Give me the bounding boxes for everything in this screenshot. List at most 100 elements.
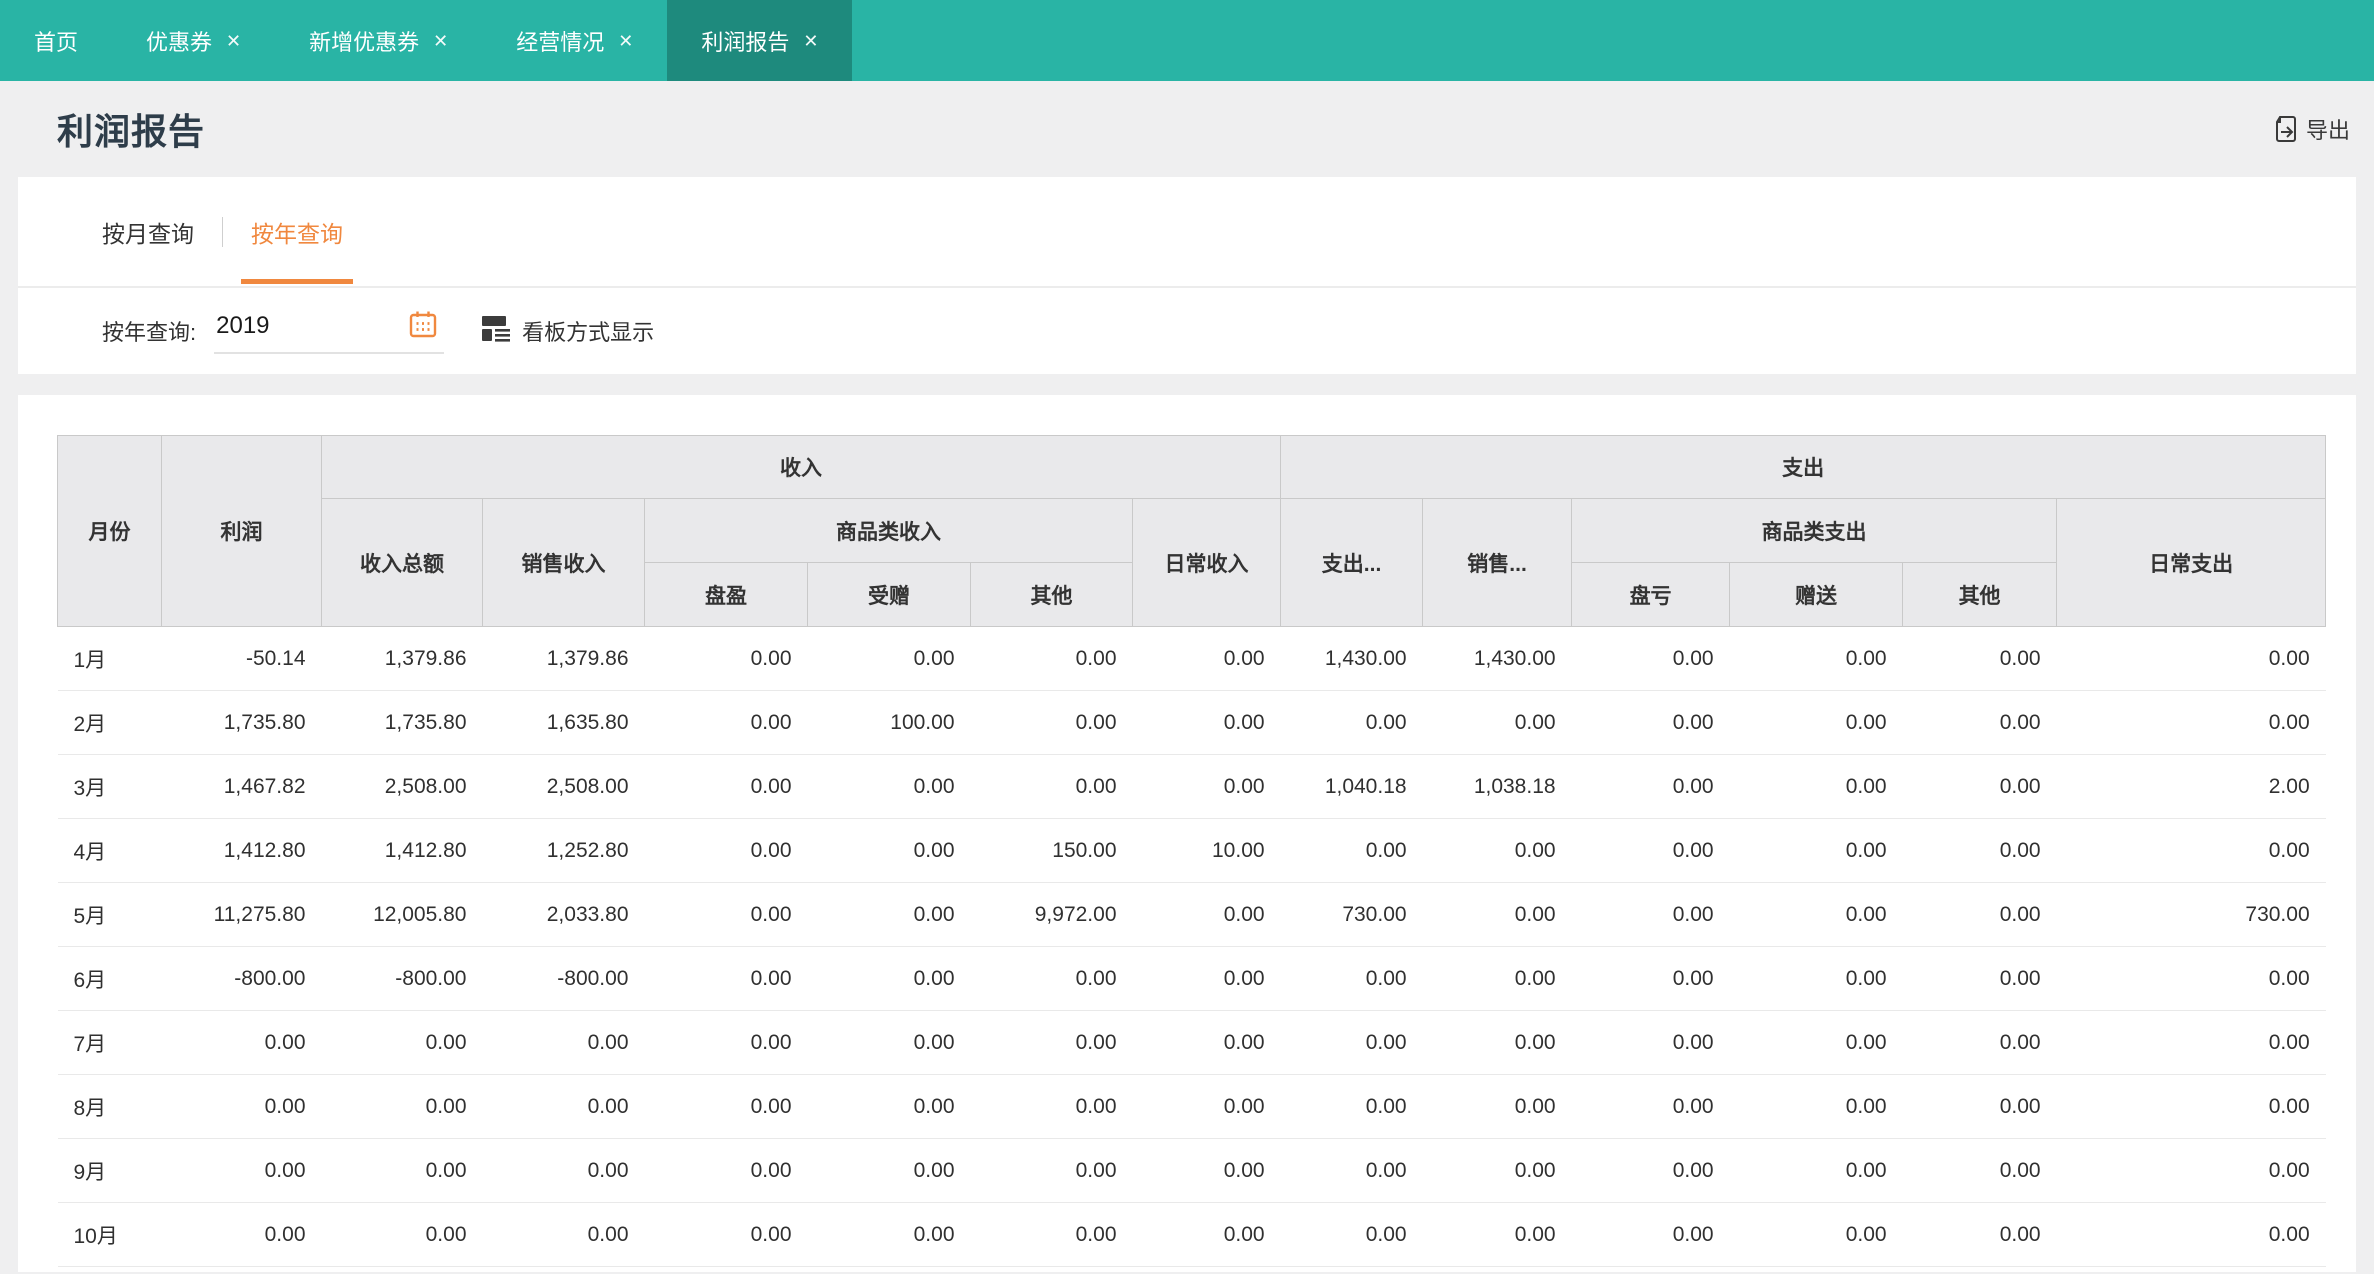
cell-value: 0.00 bbox=[1280, 1138, 1423, 1203]
cell-value: 0.00 bbox=[2056, 818, 2326, 883]
tab-profit-report[interactable]: 利润报告 ✕ bbox=[667, 0, 853, 81]
tab-query-by-month[interactable]: 按月查询 bbox=[98, 177, 198, 286]
table-header: 月份 利润 收入 支出 收入总额 销售收入 商品类收入 日常收入 支出... 销… bbox=[57, 435, 2327, 627]
cell-value: 0.00 bbox=[1571, 946, 1730, 1011]
col-income-surplus: 盘盈 bbox=[644, 562, 808, 627]
cell-value: 0.00 bbox=[1280, 946, 1423, 1011]
col-expense-sales: 销售... bbox=[1422, 498, 1573, 627]
cell-value: 12,005.80 bbox=[321, 882, 483, 947]
table-body: 1月 -50.14 1,379.86 1,379.86 0.00 0.00 0.00 0.00… bbox=[57, 626, 2326, 1267]
cell-value: 0.00 bbox=[482, 1202, 645, 1267]
cell-value: 0.00 bbox=[2056, 1202, 2326, 1267]
cell-value: 0.00 bbox=[644, 1074, 808, 1139]
board-view-toggle[interactable]: 看板方式显示 bbox=[480, 312, 654, 350]
cell-month: 8月 bbox=[57, 1074, 162, 1139]
cell-value: 0.00 bbox=[807, 1074, 971, 1139]
cell-value: 0.00 bbox=[807, 882, 971, 947]
close-icon[interactable]: ✕ bbox=[226, 32, 241, 50]
tab-add-coupon[interactable]: 新增优惠券 ✕ bbox=[275, 0, 482, 81]
col-income-sales: 销售收入 bbox=[482, 498, 645, 627]
cell-value: 0.00 bbox=[1571, 1010, 1730, 1075]
table-row: 8月 0.00 0.00 0.00 0.00 0.00 0.00 0.00 0.00 0.00 0.… bbox=[57, 1074, 2326, 1139]
cell-value: 0.00 bbox=[1280, 1074, 1423, 1139]
cell-value: 0.00 bbox=[321, 1010, 483, 1075]
cell-value: 0.00 bbox=[1571, 626, 1730, 691]
cell-value: 0.00 bbox=[2056, 1074, 2326, 1139]
cell-value: 0.00 bbox=[1422, 1138, 1572, 1203]
cell-value: 1,038.18 bbox=[1422, 754, 1572, 819]
cell-value: 0.00 bbox=[644, 1010, 808, 1075]
cell-value: 0.00 bbox=[1729, 626, 1903, 691]
cell-value: 2,508.00 bbox=[321, 754, 483, 819]
cell-value: 0.00 bbox=[970, 946, 1133, 1011]
cell-value: 0.00 bbox=[482, 1010, 645, 1075]
cell-value: 0.00 bbox=[1132, 1202, 1281, 1267]
cell-value: -800.00 bbox=[321, 946, 483, 1011]
page-title: 利润报告 bbox=[57, 111, 206, 152]
table-row: 7月 0.00 0.00 0.00 0.00 0.00 0.00 0.00 0.00 0.00 0.… bbox=[57, 1010, 2326, 1075]
year-input[interactable]: 2019 bbox=[214, 309, 445, 354]
cell-value: 730.00 bbox=[1280, 882, 1423, 947]
close-icon[interactable]: ✕ bbox=[803, 32, 818, 50]
cell-value: 0.00 bbox=[1571, 1138, 1730, 1203]
cell-value: 0.00 bbox=[970, 754, 1133, 819]
board-view-icon bbox=[480, 312, 512, 350]
close-icon[interactable]: ✕ bbox=[433, 32, 448, 50]
close-icon[interactable]: ✕ bbox=[618, 32, 633, 50]
cell-value: 0.00 bbox=[644, 690, 808, 755]
tab-home[interactable]: 首页 bbox=[0, 0, 112, 81]
cell-value: 0.00 bbox=[1422, 818, 1572, 883]
cell-value: 0.00 bbox=[807, 946, 971, 1011]
cell-value: 0.00 bbox=[970, 626, 1133, 691]
calendar-icon[interactable] bbox=[408, 309, 438, 344]
table-row: 9月 0.00 0.00 0.00 0.00 0.00 0.00 0.00 0.00 0.00 0.… bbox=[57, 1138, 2326, 1203]
cell-value: 0.00 bbox=[1132, 946, 1281, 1011]
tab-coupons[interactable]: 优惠券 ✕ bbox=[112, 0, 275, 81]
cell-value: 0.00 bbox=[1571, 818, 1730, 883]
table-row: 5月 11,275.80 12,005.80 2,033.80 0.00 0.00 9,97… bbox=[57, 882, 2326, 947]
cell-value: 150.00 bbox=[970, 818, 1133, 883]
year-value: 2019 bbox=[216, 312, 270, 339]
col-expense-other: 其他 bbox=[1902, 562, 2058, 627]
cell-value: 0.00 bbox=[970, 1074, 1133, 1139]
tab-label: 首页 bbox=[34, 29, 79, 55]
cell-value: 0.00 bbox=[1422, 1010, 1572, 1075]
cell-value: 0.00 bbox=[1571, 754, 1730, 819]
table-row: 1月 -50.14 1,379.86 1,379.86 0.00 0.00 0.00 0.00… bbox=[57, 626, 2326, 691]
table-row: 3月 1,467.82 2,508.00 2,508.00 0.00 0.00 0.00 0.… bbox=[57, 754, 2326, 819]
col-income-total: 收入总额 bbox=[321, 498, 483, 627]
cell-value: 1,412.80 bbox=[161, 818, 322, 883]
cell-month: 2月 bbox=[57, 690, 162, 755]
cell-value: 0.00 bbox=[1902, 818, 2057, 883]
cell-value: 1,379.86 bbox=[321, 626, 483, 691]
col-expense-total: 支出... bbox=[1280, 498, 1424, 627]
export-button[interactable]: 导出 bbox=[2268, 107, 2354, 151]
cell-value: 0.00 bbox=[807, 1202, 971, 1267]
cell-value: 0.00 bbox=[2056, 626, 2326, 691]
cell-value: 0.00 bbox=[1422, 1202, 1572, 1267]
cell-value: 0.00 bbox=[1729, 754, 1903, 819]
tab-label: 新增优惠券 bbox=[309, 29, 420, 55]
board-view-label: 看板方式显示 bbox=[522, 320, 655, 345]
cell-value: 0.00 bbox=[1902, 1138, 2057, 1203]
top-tab-bar: 首页 优惠券 ✕ 新增优惠券 ✕ 经营情况 ✕ 利润报告 ✕ bbox=[0, 0, 2374, 81]
cell-value: 2.00 bbox=[2056, 754, 2326, 819]
cell-value: 0.00 bbox=[1729, 882, 1903, 947]
cell-value: 11,275.80 bbox=[161, 882, 322, 947]
cell-value: 0.00 bbox=[1571, 1202, 1730, 1267]
cell-value: 2,508.00 bbox=[482, 754, 645, 819]
cell-value: 0.00 bbox=[321, 1138, 483, 1203]
cell-value: 1,467.82 bbox=[161, 754, 322, 819]
cell-value: 1,252.80 bbox=[482, 818, 645, 883]
cell-value: 0.00 bbox=[2056, 1138, 2326, 1203]
cell-value: 0.00 bbox=[644, 946, 808, 1011]
cell-value: 0.00 bbox=[1571, 690, 1730, 755]
cell-value: 1,040.18 bbox=[1280, 754, 1423, 819]
tab-query-by-year[interactable]: 按年查询 bbox=[241, 177, 353, 286]
view-tabs: 按月查询 按年查询 bbox=[18, 177, 2356, 288]
table-row: 2月 1,735.80 1,735.80 1,635.80 0.00 100.00 0.00… bbox=[57, 690, 2326, 755]
cell-value: 0.00 bbox=[970, 1138, 1133, 1203]
page-header: 利润报告 导出 bbox=[0, 81, 2374, 177]
tab-business-status[interactable]: 经营情况 ✕ bbox=[482, 0, 667, 81]
